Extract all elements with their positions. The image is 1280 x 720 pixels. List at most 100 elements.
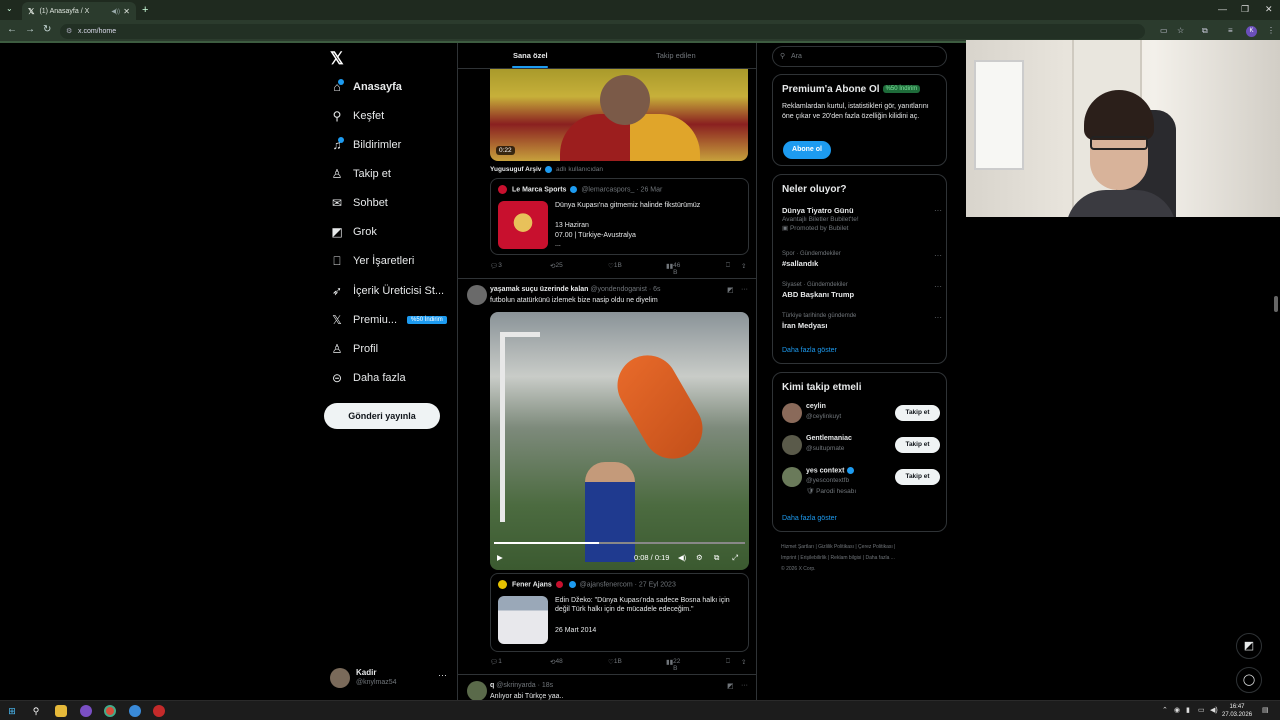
like-button[interactable]: ♡ 1B — [608, 262, 622, 270]
nav-explore[interactable]: ⚲ Keşfet — [330, 106, 385, 126]
volume-icon[interactable]: ◀) — [1210, 706, 1218, 714]
grok-fab-icon[interactable]: ◩ — [1236, 633, 1262, 659]
more-horizontal-icon[interactable]: ··· — [741, 682, 748, 689]
repost-button[interactable]: ⟲ 25 — [550, 262, 563, 270]
notifications-icon[interactable]: ▤ — [1262, 706, 1269, 714]
more-horizontal-icon[interactable]: ··· — [934, 206, 942, 215]
footer-links[interactable]: Hizmet Şartları | Gizlilik Politikası | … — [781, 542, 941, 553]
chrome-icon[interactable] — [104, 705, 116, 717]
new-tab-button[interactable]: + — [142, 4, 148, 16]
repost-button[interactable]: ⟲ 48 — [550, 658, 563, 666]
follow-button[interactable]: Takip et — [895, 437, 940, 453]
follow-suggestion[interactable]: Gentlemaniac @sultupmate Takip et — [782, 435, 942, 463]
app-icon[interactable] — [80, 705, 92, 717]
bookmark-icon[interactable]: ⎕ — [726, 262, 730, 270]
video-thumbnail[interactable]: 0:22 — [490, 69, 748, 161]
like-button[interactable]: ♡ 1B — [608, 658, 622, 666]
bookmark-star-icon[interactable]: ☆ — [1177, 26, 1184, 35]
windows-start-icon[interactable]: ⊞ — [6, 705, 18, 717]
system-clock[interactable]: 16:47 27.03.2026 — [1222, 703, 1252, 719]
nav-home[interactable]: ⌂ Anasayfa — [330, 77, 402, 97]
restore-button[interactable]: ❐ — [1241, 4, 1249, 15]
quoted-post[interactable]: Le Marca Sports @lemarcaspors_ · 26 Mar … — [490, 178, 749, 255]
speaker-icon[interactable]: ◀)) — [111, 8, 120, 15]
follow-suggestion[interactable]: yes context @yescontextfb 🛡︎ Parodi hesa… — [782, 467, 942, 501]
forward-button[interactable]: → — [25, 24, 35, 35]
back-button[interactable]: ← — [7, 24, 17, 35]
media-control-icon[interactable]: ≡ — [1228, 26, 1233, 35]
search-icon[interactable]: ⚲ — [30, 705, 42, 717]
network-icon[interactable]: ▭ — [1198, 706, 1205, 714]
tray-overflow-icon[interactable]: ⌃ — [1162, 706, 1168, 714]
follow-suggestion[interactable]: ceylin @ceylinkuyt Takip et — [782, 403, 942, 431]
avatar[interactable] — [467, 285, 487, 305]
app-icon[interactable] — [153, 705, 165, 717]
tab-following[interactable]: Takip edilen — [656, 51, 696, 60]
video-source[interactable]: Yugusuguf Arşiv adlı kullanıcıdan — [490, 166, 603, 173]
views-button[interactable]: ▮▮ 22 B — [666, 658, 680, 672]
reload-button[interactable]: ↻ — [43, 24, 51, 35]
share-icon[interactable]: ⇪ — [741, 262, 746, 270]
close-window-button[interactable]: ✕ — [1265, 4, 1273, 15]
nav-notifications[interactable]: ♫ Bildirimler — [330, 135, 401, 155]
tab-close-icon[interactable]: ✕ — [123, 7, 130, 16]
file-explorer-icon[interactable] — [55, 705, 67, 717]
trend-item[interactable]: Spor · Gündemdekiler #sallandık ··· — [782, 251, 942, 268]
grok-icon[interactable]: ◩ — [727, 682, 734, 690]
site-info-icon[interactable]: ⚙ — [66, 24, 72, 39]
account-switcher[interactable]: Kadir @knylmaz54 ··· — [330, 666, 450, 692]
app-icon[interactable] — [129, 705, 141, 717]
follow-button[interactable]: Takip et — [895, 469, 940, 485]
address-bar[interactable]: ⚙ x.com/home — [60, 24, 1145, 39]
timeline[interactable]: Sana özel Takip edilen 0:22 Yugusuguf Ar… — [457, 43, 757, 703]
tab-for-you[interactable]: Sana özel — [513, 51, 548, 60]
fullscreen-icon[interactable]: ⤢ — [732, 553, 738, 563]
nav-grok[interactable]: ◩ Grok — [330, 222, 377, 242]
more-horizontal-icon[interactable]: ··· — [438, 670, 447, 680]
follow-button[interactable]: Takip et — [895, 405, 940, 421]
footer-links[interactable]: Imprint | Erişilebilirlik | Reklam bilgi… — [781, 553, 941, 564]
pip-icon[interactable]: ⧉ — [714, 553, 719, 563]
install-app-icon[interactable]: ▭ — [1160, 26, 1168, 35]
nav-chat[interactable]: ✉ Sohbet — [330, 193, 388, 213]
nav-creator-studio[interactable]: ➶ İçerik Üreticisi St... — [330, 281, 444, 301]
extensions-icon[interactable]: ⧉ — [1202, 26, 1208, 36]
play-icon[interactable]: ▶ — [497, 553, 503, 562]
mic-icon[interactable]: ▮ — [1186, 706, 1190, 714]
nav-premium[interactable]: 𝕏 Premiu... %50 İndirim — [330, 310, 447, 330]
more-horizontal-icon[interactable]: ··· — [741, 286, 748, 293]
more-horizontal-icon[interactable]: ··· — [934, 251, 942, 260]
volume-icon[interactable]: ◀) — [678, 553, 686, 562]
show-more-link[interactable]: Daha fazla göster — [782, 515, 837, 522]
profile-avatar[interactable]: K — [1246, 26, 1257, 37]
nav-more[interactable]: ⊝ Daha fazla — [330, 368, 406, 388]
reply-button[interactable]: 💬︎ 3 — [490, 262, 502, 270]
video-progress-bar[interactable] — [494, 542, 745, 544]
post-button[interactable]: Gönderi yayınla — [324, 403, 440, 429]
reply-button[interactable]: 💬︎ 1 — [490, 658, 502, 666]
nav-profile[interactable]: ♙ Profil — [330, 339, 378, 359]
video-player[interactable]: ▶ 0:08 / 0:19 ◀) ⚙ ⧉ ⤢ — [490, 312, 749, 570]
nav-bookmarks[interactable]: ⎕ Yer İşaretleri — [330, 251, 414, 271]
scrollbar-thumb[interactable] — [1274, 296, 1278, 312]
browser-menu-icon[interactable]: ⋮ — [1267, 26, 1275, 35]
search-input[interactable]: ⚲ Ara — [772, 46, 947, 67]
avatar[interactable] — [467, 681, 487, 701]
grok-icon[interactable]: ◩ — [727, 286, 734, 294]
nav-follow[interactable]: ♙ Takip et — [330, 164, 391, 184]
bookmark-icon[interactable]: ⎕ — [726, 658, 730, 666]
subscribe-button[interactable]: Abone ol — [783, 141, 831, 159]
views-button[interactable]: ▮▮ 46 B — [666, 262, 680, 276]
quoted-post[interactable]: Fener Ajans @ajansfenercom · 27 Eyl 2023… — [490, 573, 749, 652]
tab-search-icon[interactable]: ⌄ — [6, 4, 13, 13]
more-horizontal-icon[interactable]: ··· — [934, 282, 942, 291]
share-icon[interactable]: ⇪ — [741, 658, 746, 666]
browser-tab[interactable]: 𝕏 (1) Anasayfa / X ◀)) ✕ — [22, 2, 136, 20]
more-horizontal-icon[interactable]: ··· — [934, 313, 942, 322]
show-more-link[interactable]: Daha fazla göster — [782, 347, 837, 354]
trend-item[interactable]: Türkiye tarihinde gündemde İran Medyası … — [782, 313, 942, 330]
trend-item[interactable]: Dünya Tiyatro Günü Avantajlı Biletler Bu… — [782, 206, 942, 232]
messages-fab-icon[interactable]: ◯ — [1236, 667, 1262, 693]
settings-icon[interactable]: ⚙ — [696, 553, 703, 562]
x-logo-icon[interactable]: 𝕏 — [330, 49, 344, 69]
